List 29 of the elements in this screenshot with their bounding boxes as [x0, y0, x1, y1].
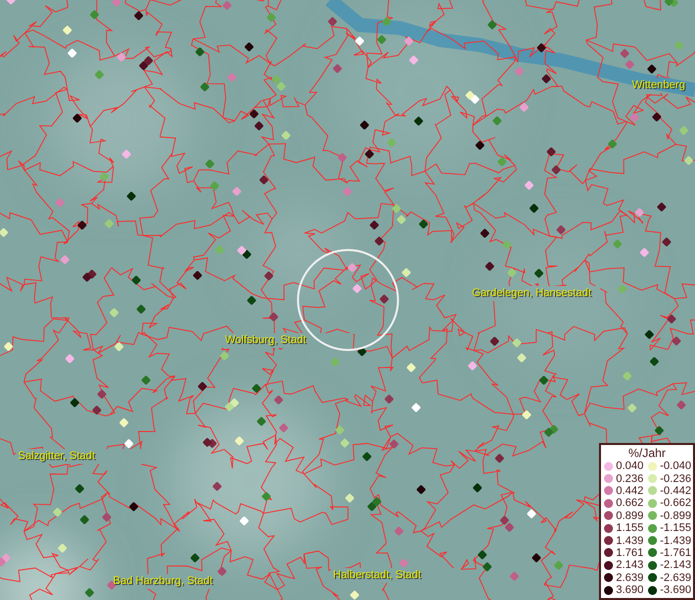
legend-value: 0.662	[616, 497, 644, 510]
legend-value: -1.439	[660, 534, 692, 547]
legend-value: -0.442	[660, 484, 692, 497]
legend-value: -1.761	[660, 546, 692, 559]
place-label: Wolfsburg, Stadt	[225, 334, 306, 347]
legend-value: 1.439	[616, 534, 644, 547]
legend-value: 0.040	[616, 460, 644, 472]
legend-value: -0.899	[660, 510, 692, 522]
legend-value: 1.155	[616, 522, 644, 534]
legend-value: -2.143	[660, 559, 692, 572]
place-label: Bad Harzburg, Stadt	[113, 575, 213, 588]
legend-value: 2.143	[616, 559, 644, 572]
place-label: Gardelegen, Hansestadt	[472, 287, 592, 300]
legend-value: 0.899	[616, 510, 644, 522]
legend-value: -1.155	[660, 522, 692, 534]
legend-value: -0.236	[660, 472, 692, 485]
place-label: Salzgitter, Stadt	[18, 450, 96, 463]
legend-value: 2.639	[616, 572, 644, 584]
place-label: Wittenberg	[632, 79, 686, 92]
legend-value: -2.639	[660, 572, 692, 584]
legend-value: -3.690	[660, 584, 692, 596]
legend-title: %/Jahr	[627, 446, 667, 460]
legend-value: 0.442	[616, 484, 644, 497]
legend-value: 0.236	[616, 472, 644, 485]
place-label: Halberstadt, Stadt	[333, 569, 422, 582]
legend-value: 1.761	[616, 546, 644, 559]
legend-value: -0.662	[660, 497, 692, 510]
legend-value: 3.690	[616, 584, 644, 596]
legend-value: -0.040	[660, 460, 692, 472]
